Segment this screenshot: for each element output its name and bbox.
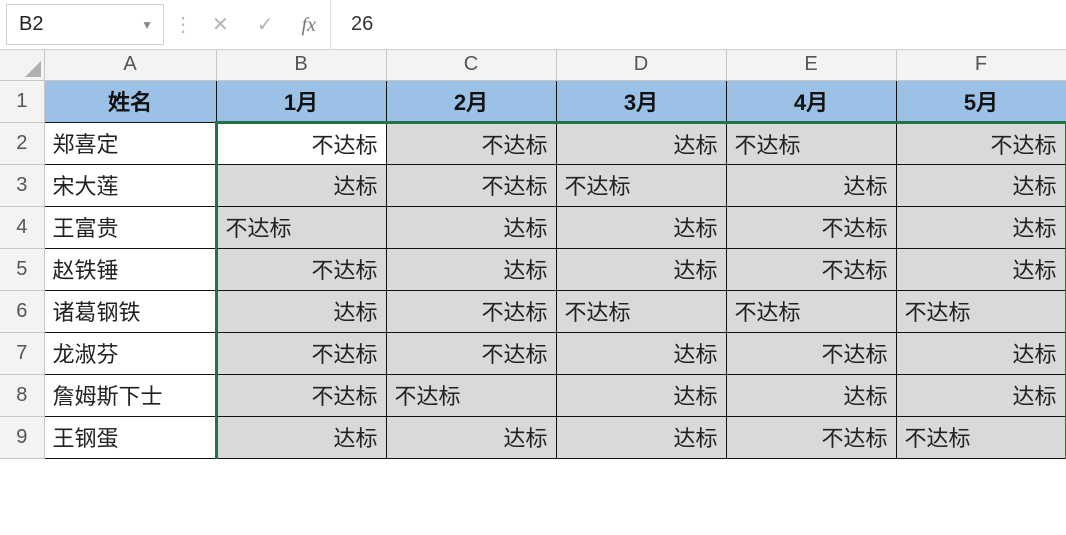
column-header[interactable]: E — [726, 50, 896, 80]
value-cell[interactable]: 达标 — [896, 164, 1066, 206]
separator-icon: ⋮ — [168, 0, 198, 49]
name-box-value: B2 — [19, 13, 43, 36]
value-cell[interactable]: 达标 — [896, 374, 1066, 416]
value-cell[interactable]: 不达标 — [216, 206, 386, 248]
name-box[interactable]: B2 ▼ — [6, 4, 164, 45]
row-header[interactable]: 6 — [0, 290, 44, 332]
name-cell[interactable]: 王钢蛋 — [44, 416, 216, 458]
value-cell[interactable]: 不达标 — [386, 332, 556, 374]
value-cell[interactable]: 不达标 — [216, 332, 386, 374]
name-cell[interactable]: 王富贵 — [44, 206, 216, 248]
formula-value: 26 — [351, 13, 373, 36]
value-cell[interactable]: 不达标 — [896, 416, 1066, 458]
header-cell[interactable]: 1月 — [216, 80, 386, 122]
name-cell[interactable]: 宋大莲 — [44, 164, 216, 206]
value-cell[interactable]: 不达标 — [556, 164, 726, 206]
value-cell[interactable]: 不达标 — [726, 248, 896, 290]
value-cell[interactable]: 达标 — [216, 290, 386, 332]
select-all-triangle[interactable] — [0, 50, 44, 80]
name-cell[interactable]: 郑喜定 — [44, 122, 216, 164]
column-header[interactable]: D — [556, 50, 726, 80]
row-header[interactable]: 4 — [0, 206, 44, 248]
value-cell[interactable]: 不达标 — [726, 122, 896, 164]
row-header[interactable]: 3 — [0, 164, 44, 206]
value-cell[interactable]: 不达标 — [726, 290, 896, 332]
value-cell[interactable]: 不达标 — [386, 290, 556, 332]
chevron-down-icon: ▼ — [141, 18, 153, 32]
header-cell[interactable]: 2月 — [386, 80, 556, 122]
value-cell[interactable]: 达标 — [386, 248, 556, 290]
column-header[interactable]: F — [896, 50, 1066, 80]
row-header[interactable]: 1 — [0, 80, 44, 122]
value-cell[interactable]: 不达标 — [216, 374, 386, 416]
column-header[interactable]: B — [216, 50, 386, 80]
value-cell[interactable]: 不达标 — [556, 290, 726, 332]
value-cell[interactable]: 不达标 — [896, 290, 1066, 332]
value-cell[interactable]: 不达标 — [726, 206, 896, 248]
name-cell[interactable]: 詹姆斯下士 — [44, 374, 216, 416]
value-cell[interactable]: 不达标 — [896, 122, 1066, 164]
value-cell[interactable]: 达标 — [556, 374, 726, 416]
value-cell[interactable]: 达标 — [386, 416, 556, 458]
value-cell[interactable]: 达标 — [726, 374, 896, 416]
formula-input[interactable]: 26 — [330, 0, 1066, 49]
value-cell[interactable]: 不达标 — [726, 416, 896, 458]
row-header[interactable]: 8 — [0, 374, 44, 416]
confirm-icon[interactable]: ✓ — [257, 15, 274, 35]
value-cell[interactable]: 达标 — [896, 206, 1066, 248]
spreadsheet-grid[interactable]: ABCDEF1姓名1月2月3月4月5月2郑喜定不达标不达标达标不达标不达标3宋大… — [0, 50, 1066, 459]
value-cell[interactable]: 达标 — [556, 206, 726, 248]
formula-bar-buttons: ✕ ✓ fx — [198, 0, 330, 49]
row-header[interactable]: 2 — [0, 122, 44, 164]
header-cell[interactable]: 3月 — [556, 80, 726, 122]
row-header[interactable]: 9 — [0, 416, 44, 458]
column-header[interactable]: C — [386, 50, 556, 80]
value-cell[interactable]: 达标 — [556, 248, 726, 290]
value-cell[interactable]: 不达标 — [386, 374, 556, 416]
column-header[interactable]: A — [44, 50, 216, 80]
value-cell[interactable]: 不达标 — [216, 122, 386, 164]
value-cell[interactable]: 达标 — [896, 332, 1066, 374]
value-cell[interactable]: 达标 — [216, 164, 386, 206]
cancel-icon[interactable]: ✕ — [212, 15, 229, 35]
value-cell[interactable]: 达标 — [556, 332, 726, 374]
value-cell[interactable]: 达标 — [216, 416, 386, 458]
value-cell[interactable]: 达标 — [556, 122, 726, 164]
value-cell[interactable]: 达标 — [726, 164, 896, 206]
value-cell[interactable]: 不达标 — [726, 332, 896, 374]
fx-icon[interactable]: fx — [302, 15, 316, 35]
name-cell[interactable]: 赵铁锤 — [44, 248, 216, 290]
row-header[interactable]: 5 — [0, 248, 44, 290]
value-cell[interactable]: 不达标 — [216, 248, 386, 290]
value-cell[interactable]: 达标 — [556, 416, 726, 458]
value-cell[interactable]: 不达标 — [386, 164, 556, 206]
header-cell[interactable]: 5月 — [896, 80, 1066, 122]
formula-bar: B2 ▼ ⋮ ✕ ✓ fx 26 — [0, 0, 1066, 50]
value-cell[interactable]: 不达标 — [386, 122, 556, 164]
name-cell[interactable]: 诸葛钢铁 — [44, 290, 216, 332]
header-cell[interactable]: 4月 — [726, 80, 896, 122]
value-cell[interactable]: 达标 — [386, 206, 556, 248]
header-cell[interactable]: 姓名 — [44, 80, 216, 122]
value-cell[interactable]: 达标 — [896, 248, 1066, 290]
row-header[interactable]: 7 — [0, 332, 44, 374]
name-cell[interactable]: 龙淑芬 — [44, 332, 216, 374]
